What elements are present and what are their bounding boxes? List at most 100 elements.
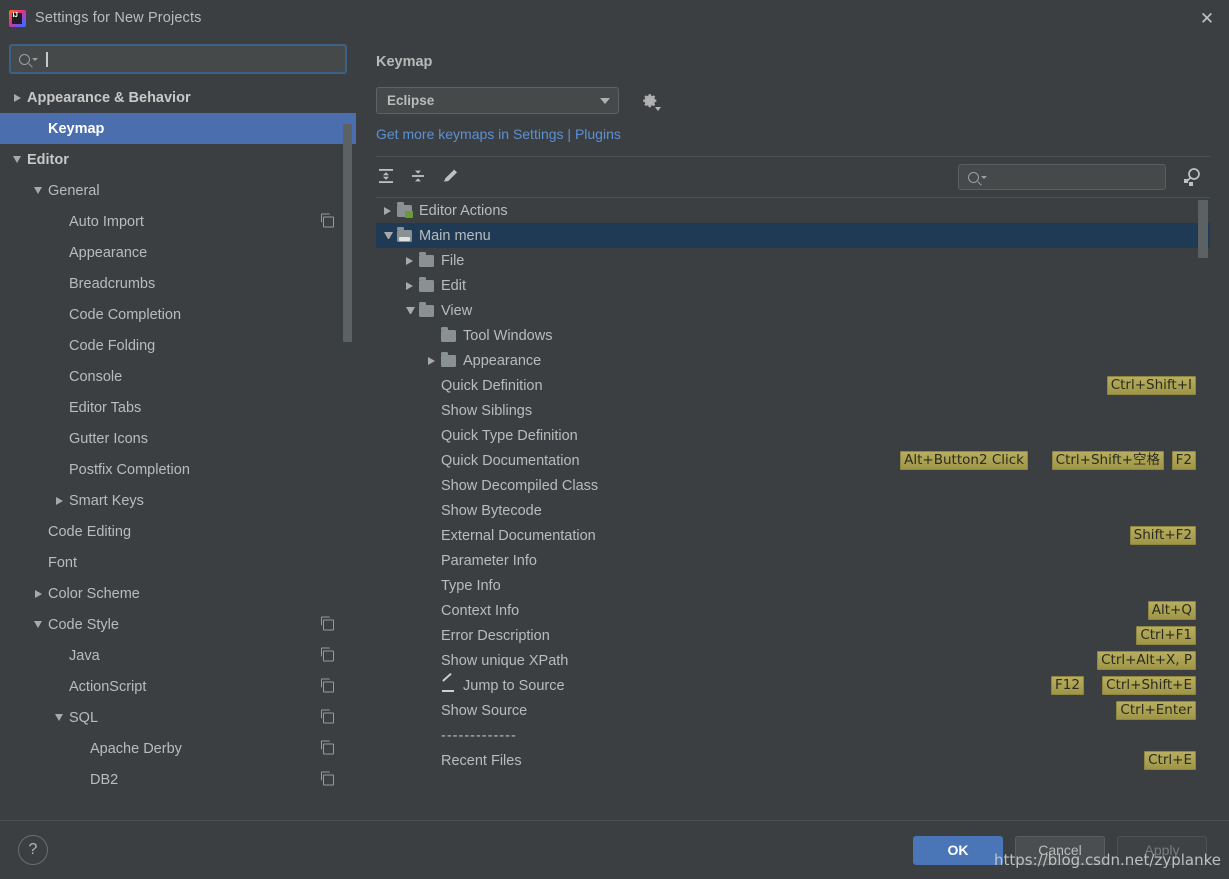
sidebar-item-label: Code Editing: [48, 524, 131, 540]
copy-settings-icon[interactable]: [323, 774, 334, 785]
sidebar-item-console[interactable]: Console: [0, 361, 356, 392]
chevron-right-icon[interactable]: [406, 257, 413, 265]
keymap-tree-row[interactable]: Error DescriptionCtrl+F1: [376, 623, 1210, 648]
keymap-tree-row[interactable]: Quick DocumentationF2Ctrl+Shift+空格Alt+Bu…: [376, 448, 1210, 473]
copy-settings-icon[interactable]: [323, 216, 334, 227]
sidebar-item-postfix-completion[interactable]: Postfix Completion: [0, 454, 356, 485]
sidebar-item-gutter-icons[interactable]: Gutter Icons: [0, 423, 356, 454]
sidebar-item-apache-derby[interactable]: Apache Derby: [0, 733, 356, 764]
keymap-tree-row[interactable]: Recent FilesCtrl+E: [376, 748, 1210, 773]
keymap-select[interactable]: Eclipse: [376, 87, 619, 114]
get-more-keymaps-link[interactable]: Get more keymaps in Settings | Plugins: [376, 126, 1210, 142]
collapse-all-icon[interactable]: [408, 166, 434, 188]
keymap-tree-row[interactable]: Jump to SourceCtrl+Shift+EF12: [376, 673, 1210, 698]
sidebar-item-auto-import[interactable]: Auto Import: [0, 206, 356, 237]
sidebar-item-actionscript[interactable]: ActionScript: [0, 671, 356, 702]
keymap-tree-row[interactable]: Show Decompiled Class: [376, 473, 1210, 498]
chevron-down-icon: [10, 156, 24, 163]
sidebar-item-label: Code Completion: [69, 307, 181, 323]
text-cursor: [46, 52, 48, 67]
keymap-tree-row[interactable]: Main menu: [376, 223, 1210, 248]
keymap-action-label: Edit: [441, 278, 466, 294]
sidebar-item-editor-tabs[interactable]: Editor Tabs: [0, 392, 356, 423]
keymap-search-input[interactable]: [958, 164, 1166, 190]
sidebar-item-appearance[interactable]: Appearance: [0, 237, 356, 268]
copy-settings-icon[interactable]: [323, 650, 334, 661]
keymap-tree-row[interactable]: Appearance: [376, 348, 1210, 373]
chevron-down-icon[interactable]: [384, 232, 393, 239]
sidebar-item-label: Editor: [27, 152, 69, 168]
sidebar-item-code-editing[interactable]: Code Editing: [0, 516, 356, 547]
keymap-tree-row[interactable]: Parameter Info: [376, 548, 1210, 573]
close-icon[interactable]: ✕: [1198, 10, 1216, 28]
chevron-down-icon[interactable]: [406, 307, 415, 314]
keymap-panel: Keymap Eclipse Get more keymaps in Setti…: [356, 36, 1229, 820]
sidebar-scrollbar[interactable]: [343, 124, 352, 342]
chevron-right-icon[interactable]: [428, 357, 435, 365]
keymap-action-label: File: [441, 253, 464, 269]
help-button[interactable]: ?: [18, 835, 48, 865]
sidebar-item-breadcrumbs[interactable]: Breadcrumbs: [0, 268, 356, 299]
keymap-tree-row[interactable]: Editor Actions: [376, 198, 1210, 223]
settings-category-tree[interactable]: Appearance & BehaviorKeymap Editor General…: [0, 80, 356, 820]
sidebar-item-label: DB2: [90, 772, 118, 788]
keymap-tree-row[interactable]: Edit: [376, 273, 1210, 298]
sidebar-item-color-scheme[interactable]: Color Scheme: [0, 578, 356, 609]
keymap-tree-row[interactable]: Quick DefinitionCtrl+Shift+I: [376, 373, 1210, 398]
sidebar-item-code-completion[interactable]: Code Completion: [0, 299, 356, 330]
keymap-tree-row[interactable]: Context InfoAlt+Q: [376, 598, 1210, 623]
sidebar-item-code-style[interactable]: Code Style: [0, 609, 356, 640]
keymap-tree-row[interactable]: Show Siblings: [376, 398, 1210, 423]
keymap-tree-row[interactable]: Type Info: [376, 573, 1210, 598]
keymap-action-label: Appearance: [463, 353, 541, 369]
expand-all-icon[interactable]: [376, 166, 402, 188]
keymap-tree-row[interactable]: Tool Windows: [376, 323, 1210, 348]
keymap-action-label: Context Info: [441, 603, 519, 619]
keymap-tree-row[interactable]: Show Bytecode: [376, 498, 1210, 523]
copy-settings-icon[interactable]: [323, 619, 334, 630]
keymap-tree-row[interactable]: -------------: [376, 723, 1210, 748]
edit-shortcut-icon[interactable]: [440, 166, 466, 188]
page-title: Keymap: [376, 54, 1210, 70]
sidebar-item-label: Auto Import: [69, 214, 144, 230]
sidebar-item-keymap[interactable]: Keymap: [0, 113, 356, 144]
chevron-right-icon[interactable]: [384, 207, 391, 215]
sidebar-item-font[interactable]: Font: [0, 547, 356, 578]
sidebar-item-general[interactable]: General: [0, 175, 356, 206]
keymap-tree[interactable]: Editor ActionsMain menu File Edit ViewTool …: [376, 198, 1210, 773]
sidebar-item-java[interactable]: Java: [0, 640, 356, 671]
keymap-tree-row[interactable]: Show unique XPathCtrl+Alt+X, P: [376, 648, 1210, 673]
find-by-shortcut-icon[interactable]: [1181, 166, 1203, 188]
keymap-tree-row[interactable]: Show SourceCtrl+Enter: [376, 698, 1210, 723]
footer-buttons: OK Cancel Apply: [913, 836, 1207, 865]
keymap-tree-row[interactable]: Quick Type Definition: [376, 423, 1210, 448]
copy-settings-icon[interactable]: [323, 712, 334, 723]
sidebar-item-code-folding[interactable]: Code Folding: [0, 330, 356, 361]
sidebar-item-smart-keys[interactable]: Smart Keys: [0, 485, 356, 516]
sidebar-item-db2[interactable]: DB2: [0, 764, 356, 795]
sidebar-item-label: Java: [69, 648, 100, 664]
chevron-right-icon[interactable]: [406, 282, 413, 290]
keymap-action-label: Quick Definition: [441, 378, 543, 394]
settings-search-input[interactable]: [9, 44, 347, 74]
chevron-right-icon: [52, 497, 66, 505]
cancel-button[interactable]: Cancel: [1015, 836, 1105, 865]
ok-button[interactable]: OK: [913, 836, 1003, 865]
copy-settings-icon[interactable]: [323, 681, 334, 692]
keymap-action-label: Show Bytecode: [441, 503, 542, 519]
keymap-tree-row[interactable]: View: [376, 298, 1210, 323]
sidebar-item-label: Console: [69, 369, 122, 385]
sidebar-item-sql[interactable]: SQL: [0, 702, 356, 733]
sidebar-scrollbar-thumb[interactable]: [343, 124, 352, 342]
keymap-tree-row[interactable]: File: [376, 248, 1210, 273]
copy-settings-icon[interactable]: [323, 743, 334, 754]
gear-icon[interactable]: [641, 92, 659, 110]
folder-icon: [419, 280, 434, 292]
sidebar-item-appearance-behavior[interactable]: Appearance & Behavior: [0, 82, 356, 113]
dialog-footer: ? OK Cancel Apply https://blog.csdn.net/…: [0, 820, 1229, 879]
keymap-tree-row[interactable]: External DocumentationShift+F2: [376, 523, 1210, 548]
keymap-select-value: Eclipse: [387, 93, 434, 108]
keymap-scrollbar-thumb[interactable]: [1198, 200, 1208, 258]
sidebar-item-editor[interactable]: Editor: [0, 144, 356, 175]
shortcut-badge: Ctrl+Shift+E: [1102, 676, 1196, 695]
